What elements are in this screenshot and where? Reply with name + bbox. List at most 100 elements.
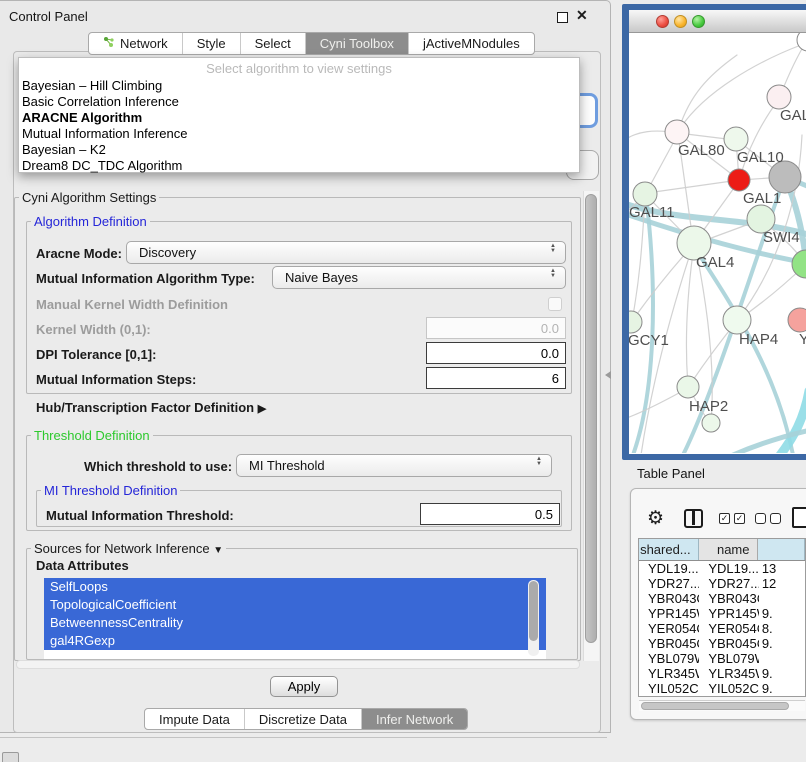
columns-icon[interactable] xyxy=(684,509,703,528)
tab-jactivemnodules[interactable]: jActiveMNodules xyxy=(409,33,534,54)
hub-definition-toggle[interactable]: Hub/Transcription Factor Definition ▶ xyxy=(36,400,266,415)
manual-kernel-checkbox[interactable] xyxy=(548,297,562,311)
tab-label: jActiveMNodules xyxy=(423,36,520,51)
data-attributes-list[interactable]: SelfLoopsTopologicalCoefficientBetweenne… xyxy=(44,578,546,659)
zoom-window-icon[interactable] xyxy=(692,15,705,28)
tab-network[interactable]: Network xyxy=(89,33,183,54)
split-collapse-icon[interactable] xyxy=(605,371,611,379)
network-node-gal[interactable] xyxy=(767,85,791,109)
table-cell: YDR27... xyxy=(699,576,759,591)
tab-infer-network[interactable]: Infer Network xyxy=(362,709,467,729)
algorithm-placeholder: Select algorithm to view settings xyxy=(19,61,579,78)
kernel-width-field[interactable]: 0.0 xyxy=(426,317,566,339)
table-row[interactable]: YLR345WYLR345W9. xyxy=(639,666,805,681)
attribute-item[interactable]: TopologicalCoefficient xyxy=(44,596,546,614)
network-edge[interactable] xyxy=(777,391,806,453)
table-cell: YIL052C xyxy=(699,681,759,696)
tab-discretize-data[interactable]: Discretize Data xyxy=(245,709,362,729)
network-edge[interactable] xyxy=(678,55,737,132)
column-header-partial[interactable] xyxy=(758,539,806,560)
sources-toggle[interactable]: Sources for Network Inference ▼ xyxy=(31,541,226,556)
column-header-shared-name[interactable]: shared... xyxy=(639,539,699,560)
settings-scrollbar-thumb[interactable] xyxy=(585,194,597,643)
network-node-hap4[interactable] xyxy=(723,306,751,334)
node-label: GAL10 xyxy=(737,149,784,166)
network-node[interactable] xyxy=(702,414,720,432)
algorithm-option[interactable]: Bayesian – Hill Climbing xyxy=(19,78,579,94)
network-view-window: GALGAL80GAL10GAL1GAL11SWI4GAL4GCY1HAP4YH… xyxy=(622,4,806,460)
close-window-icon[interactable] xyxy=(656,15,669,28)
network-node[interactable] xyxy=(792,250,806,278)
mi-algorithm-type-value: Naive Bayes xyxy=(285,270,358,285)
node-label: GAL1 xyxy=(743,190,781,207)
table-body: YDL19...YDL19...13YDR27...YDR27...12YBR0… xyxy=(639,561,805,696)
tab-style[interactable]: Style xyxy=(183,33,241,54)
attribute-item[interactable]: gal4RGexp xyxy=(44,632,546,650)
apply-button[interactable]: Apply xyxy=(270,676,338,697)
float-panel-icon[interactable] xyxy=(557,12,568,23)
tab-label: Cyni Toolbox xyxy=(320,36,394,51)
table-hscrollbar-thumb[interactable] xyxy=(641,702,789,710)
tab-impute-data[interactable]: Impute Data xyxy=(145,709,245,729)
minimized-panel-button[interactable] xyxy=(2,752,19,762)
network-edge[interactable] xyxy=(686,245,694,386)
network-node-gcy1[interactable] xyxy=(629,311,642,333)
mi-algorithm-type-combo[interactable]: Naive Bayes ▲▼ xyxy=(272,266,566,289)
table-row[interactable]: YBL079WYBL079W xyxy=(639,651,805,666)
control-panel-title: Control Panel xyxy=(9,9,88,24)
tab-select[interactable]: Select xyxy=(241,33,306,54)
network-node-gal1[interactable] xyxy=(728,169,750,191)
gear-icon[interactable]: ⚙ xyxy=(647,509,664,528)
algorithm-option[interactable]: Bayesian – K2 xyxy=(19,142,579,158)
node-label: HAP4 xyxy=(739,331,778,348)
tab-label: Network xyxy=(120,36,168,51)
table-row[interactable]: YER054CYER054C8. xyxy=(639,621,805,636)
network-edge[interactable] xyxy=(647,180,739,193)
table-row[interactable]: YPR145WYPR145W9. xyxy=(639,606,805,621)
node-label: SWI4 xyxy=(763,229,800,246)
network-node-gal80[interactable] xyxy=(665,120,689,144)
algorithm-option[interactable]: Mutual Information Inference xyxy=(19,126,579,142)
minimize-window-icon[interactable] xyxy=(674,15,687,28)
table-cell: YPR145W xyxy=(699,606,759,621)
network-node[interactable] xyxy=(797,33,806,51)
file-icon[interactable] xyxy=(792,507,806,528)
algorithm-option[interactable]: Basic Correlation Inference xyxy=(19,94,579,110)
which-threshold-value: MI Threshold xyxy=(249,458,325,473)
which-threshold-combo[interactable]: MI Threshold ▲▼ xyxy=(236,454,552,477)
table-cell xyxy=(759,651,805,666)
network-node-gal10[interactable] xyxy=(724,127,748,151)
dpi-tolerance-field[interactable]: 0.0 xyxy=(426,342,566,364)
network-node-gal11[interactable] xyxy=(633,182,657,206)
mi-threshold-field[interactable]: 0.5 xyxy=(420,503,560,525)
table-cell: 8. xyxy=(759,621,805,636)
attribute-item[interactable]: BetweennessCentrality xyxy=(44,614,546,632)
table-row[interactable]: YDL19...YDL19...13 xyxy=(639,561,805,576)
network-node-hap2[interactable] xyxy=(677,376,699,398)
network-canvas[interactable]: GALGAL80GAL10GAL1GAL11SWI4GAL4GCY1HAP4YH… xyxy=(629,33,806,453)
attribute-item[interactable]: SelfLoops xyxy=(44,578,546,596)
select-all-icon[interactable]: ✓✓ xyxy=(719,513,745,524)
table-row[interactable]: YBR045CYBR045C9. xyxy=(639,636,805,651)
aracne-mode-combo[interactable]: Discovery ▲▼ xyxy=(126,241,566,264)
close-panel-icon[interactable]: ✕ xyxy=(576,7,588,24)
network-node-y[interactable] xyxy=(788,308,806,332)
tab-cyni-toolbox[interactable]: Cyni Toolbox xyxy=(306,33,409,54)
column-header-name[interactable]: name xyxy=(699,539,758,560)
control-panel-window: Control Panel ✕ Network Style Select Cyn… xyxy=(0,0,611,733)
table-cell: YDR27... xyxy=(639,576,699,591)
deselect-all-icon[interactable] xyxy=(755,513,781,524)
settings-hscrollbar-track[interactable] xyxy=(16,660,580,669)
table-row[interactable]: YBR043CYBR043C xyxy=(639,591,805,606)
algorithm-option[interactable]: ARACNE Algorithm xyxy=(19,110,579,126)
attributes-scrollbar-thumb[interactable] xyxy=(529,581,538,641)
table-cell: YIL052C xyxy=(639,681,699,696)
tab-label: Discretize Data xyxy=(259,712,347,727)
network-window-titlebar[interactable] xyxy=(629,10,806,33)
algorithm-dropdown-popup: Select algorithm to view settings Bayesi… xyxy=(18,57,580,173)
table-row[interactable]: YDR27...YDR27...12 xyxy=(639,576,805,591)
table-cell: 9. xyxy=(759,606,805,621)
table-row[interactable]: YIL052CYIL052C9. xyxy=(639,681,805,696)
mi-steps-field[interactable]: 6 xyxy=(426,367,566,389)
algorithm-option[interactable]: Dream8 DC_TDC Algorithm xyxy=(19,158,579,174)
